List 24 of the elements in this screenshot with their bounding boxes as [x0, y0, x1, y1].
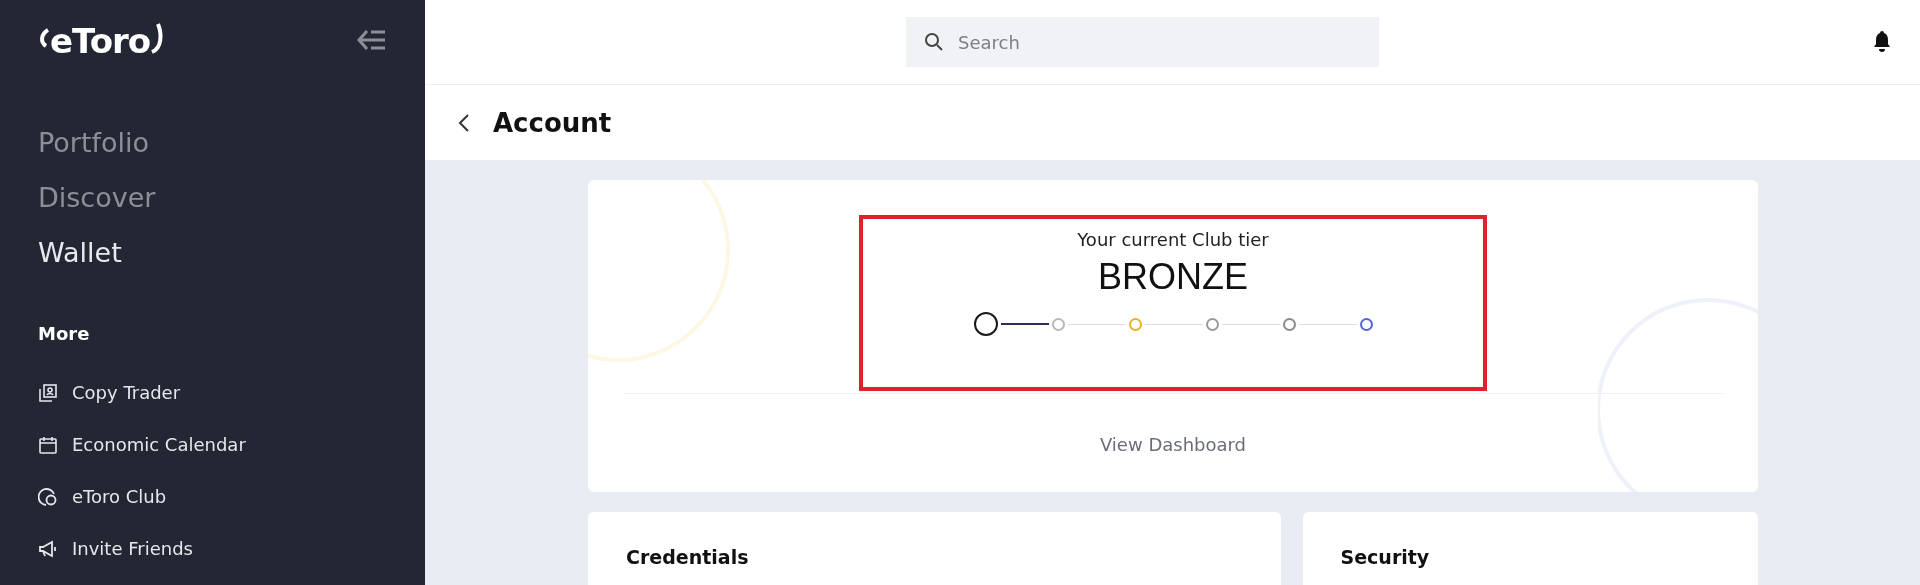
tier-heading: Your current Club tier [1077, 229, 1269, 250]
logo[interactable]: eToro [38, 22, 165, 58]
menu-item[interactable]: Invite Friends [38, 532, 193, 566]
search-field[interactable]: Search [906, 17, 1379, 67]
menu-item[interactable]: Economic Calendar [38, 428, 246, 462]
bell-icon[interactable] [1872, 30, 1892, 52]
section-title: Credentials [626, 546, 750, 568]
menu-item[interactable]: Copy Trader [38, 376, 181, 410]
calendar-icon [38, 435, 58, 455]
portrait-stack-icon [38, 383, 58, 403]
dashboard-link[interactable]: View Dashboard [1099, 434, 1247, 455]
nav-link[interactable]: Portfolio [38, 122, 150, 163]
chevron-left-icon [457, 111, 471, 134]
section-title: Security [1340, 546, 1431, 568]
search-icon [924, 32, 944, 52]
menu-item[interactable]: eToro Club [38, 480, 167, 514]
nav-link[interactable]: Discover [38, 177, 156, 218]
page-title: Account [493, 107, 612, 138]
megaphone-icon [38, 539, 58, 559]
collapse-sidebar-icon[interactable] [357, 29, 387, 51]
overlapping-circles-icon [38, 487, 58, 507]
section-heading: More [38, 323, 91, 344]
tier-name: BRONZE [1098, 256, 1248, 298]
nav-link[interactable]: Wallet [38, 232, 122, 273]
